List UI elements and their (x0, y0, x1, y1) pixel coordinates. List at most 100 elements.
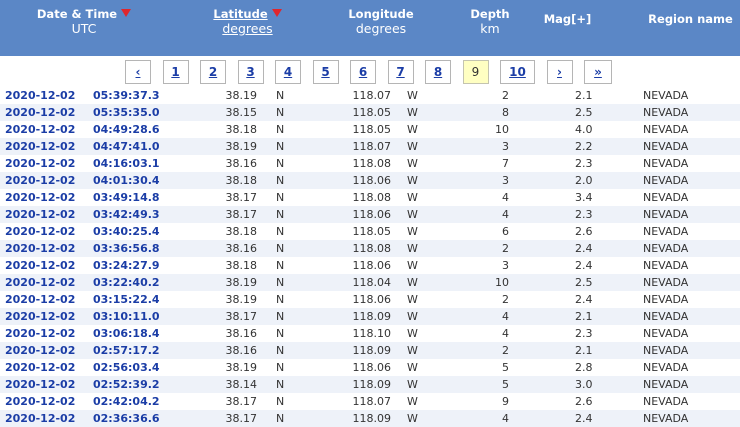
column-label-datetime[interactable]: Date & Time (37, 7, 117, 21)
column-unit-latitude[interactable]: degrees (222, 21, 272, 36)
event-time-link[interactable]: 03:22:40.2 (93, 274, 160, 291)
latitude-value: 38.18 (225, 225, 258, 238)
event-date-link[interactable]: 2020-12-02 (5, 325, 75, 342)
depth-value: 8 (502, 106, 509, 119)
event-date-link[interactable]: 2020-12-02 (5, 87, 75, 104)
event-date-link[interactable]: 2020-12-02 (5, 240, 75, 257)
prev-page-button[interactable]: ‹ (125, 60, 151, 84)
page-button-4[interactable]: 4 (275, 60, 301, 84)
event-time-link[interactable]: 05:35:35.0 (93, 104, 160, 121)
depth-value: 5 (502, 361, 509, 374)
latitude-direction: N (276, 327, 285, 340)
column-label-latitude[interactable]: Latitude (213, 7, 267, 21)
column-header-magnitude[interactable]: Mag[+] (530, 13, 605, 26)
longitude-value: 118.06 (352, 174, 392, 187)
event-date-link[interactable]: 2020-12-02 (5, 223, 75, 240)
depth-value: 7 (502, 157, 509, 170)
latitude-value: 38.19 (225, 89, 258, 102)
column-header-datetime[interactable]: Date & Time UTC (0, 8, 168, 36)
event-time-link[interactable]: 03:36:56.8 (93, 240, 160, 257)
depth-value: 6 (502, 225, 509, 238)
page-button-7[interactable]: 7 (387, 60, 414, 84)
column-header-depth: Depth km (450, 8, 530, 36)
event-time-link[interactable]: 02:57:17.2 (93, 342, 160, 359)
event-date-link[interactable]: 2020-12-02 (5, 104, 75, 121)
column-header-longitude: Longitude degrees (331, 8, 431, 36)
event-date-link[interactable]: 2020-12-02 (5, 342, 75, 359)
magnitude-value: 2.1 (575, 89, 593, 102)
page-button-5[interactable]: 5 (312, 60, 339, 84)
latitude-direction: N (276, 157, 285, 170)
region-name: NEVADA (643, 378, 689, 391)
event-time-link[interactable]: 03:40:25.4 (93, 223, 160, 240)
table-row: 2020-12-02 03:49:14.8 38.17 N 118.08 W 4… (0, 189, 740, 206)
depth-value: 4 (502, 191, 509, 204)
event-date-link[interactable]: 2020-12-02 (5, 308, 75, 325)
page-button-3[interactable]: 3 (237, 60, 264, 84)
event-time-link[interactable]: 02:56:03.4 (93, 359, 160, 376)
page-button-1[interactable]: 1 (162, 60, 189, 84)
event-date-link[interactable]: 2020-12-02 (5, 206, 75, 223)
region-name: NEVADA (643, 140, 689, 153)
sort-desc-icon[interactable] (271, 9, 282, 17)
event-time-link[interactable]: 04:49:28.6 (93, 121, 160, 138)
event-time-link[interactable]: 02:52:39.2 (93, 376, 160, 393)
event-date-link[interactable]: 2020-12-02 (5, 274, 75, 291)
event-date-link[interactable]: 2020-12-02 (5, 257, 75, 274)
sort-desc-icon[interactable] (121, 9, 132, 17)
longitude-value: 118.07 (352, 395, 392, 408)
page-button-6[interactable]: 6 (350, 60, 376, 84)
event-date-link[interactable]: 2020-12-02 (5, 376, 75, 393)
event-date-link[interactable]: 2020-12-02 (5, 393, 75, 410)
page-button-8[interactable]: 8 (425, 60, 451, 84)
table-row: 2020-12-02 02:36:36.6 38.17 N 118.09 W 4… (0, 410, 740, 427)
event-time-link[interactable]: 04:16:03.1 (93, 155, 160, 172)
event-time-link[interactable]: 04:47:41.0 (93, 138, 160, 155)
event-date-link[interactable]: 2020-12-02 (5, 359, 75, 376)
latitude-value: 38.16 (225, 344, 258, 357)
longitude-direction: W (407, 344, 418, 357)
event-time-link[interactable]: 03:42:49.3 (93, 206, 160, 223)
latitude-direction: N (276, 242, 285, 255)
event-date-link[interactable]: 2020-12-02 (5, 121, 75, 138)
event-date-link[interactable]: 2020-12-02 (5, 172, 75, 189)
column-label-magnitude[interactable]: Mag[+] (530, 13, 605, 26)
latitude-value: 38.17 (225, 310, 258, 323)
event-date-link[interactable]: 2020-12-02 (5, 138, 75, 155)
latitude-direction: N (276, 412, 285, 425)
region-name: NEVADA (643, 157, 689, 170)
pagination: ‹ 1 2 3 4 5 6 7 8 9 10 › » (125, 60, 612, 84)
depth-value: 2 (502, 89, 509, 102)
page-button-10[interactable]: 10 (500, 60, 535, 84)
latitude-value: 38.16 (225, 157, 258, 170)
event-time-link[interactable]: 03:10:11.0 (93, 308, 160, 325)
event-date-link[interactable]: 2020-12-02 (5, 189, 75, 206)
event-time-link[interactable]: 03:06:18.4 (93, 325, 160, 342)
last-page-button[interactable]: » (584, 60, 612, 84)
region-name: NEVADA (643, 89, 689, 102)
longitude-direction: W (407, 242, 418, 255)
page-button-2[interactable]: 2 (200, 60, 226, 84)
latitude-direction: N (276, 174, 285, 187)
event-date-link[interactable]: 2020-12-02 (5, 410, 75, 427)
table-row: 2020-12-02 05:35:35.0 38.15 N 118.05 W 8… (0, 104, 740, 121)
longitude-direction: W (407, 259, 418, 272)
region-name: NEVADA (643, 242, 689, 255)
event-date-link[interactable]: 2020-12-02 (5, 291, 75, 308)
latitude-direction: N (276, 395, 285, 408)
event-time-link[interactable]: 05:39:37.3 (93, 87, 160, 104)
event-time-link[interactable]: 03:49:14.8 (93, 189, 160, 206)
event-time-link[interactable]: 03:24:27.9 (93, 257, 160, 274)
latitude-value: 38.17 (225, 208, 258, 221)
region-name: NEVADA (643, 310, 689, 323)
event-time-link[interactable]: 03:15:22.4 (93, 291, 160, 308)
event-time-link[interactable]: 02:36:36.6 (93, 410, 160, 427)
next-page-button[interactable]: › (546, 60, 573, 84)
column-header-latitude[interactable]: Latitude degrees (197, 8, 298, 36)
table-row: 2020-12-02 02:52:39.2 38.14 N 118.09 W 5… (0, 376, 740, 393)
column-label-region: Region name (648, 12, 733, 26)
event-time-link[interactable]: 04:01:30.4 (93, 172, 160, 189)
event-time-link[interactable]: 02:42:04.2 (93, 393, 160, 410)
longitude-value: 118.05 (352, 225, 392, 238)
event-date-link[interactable]: 2020-12-02 (5, 155, 75, 172)
